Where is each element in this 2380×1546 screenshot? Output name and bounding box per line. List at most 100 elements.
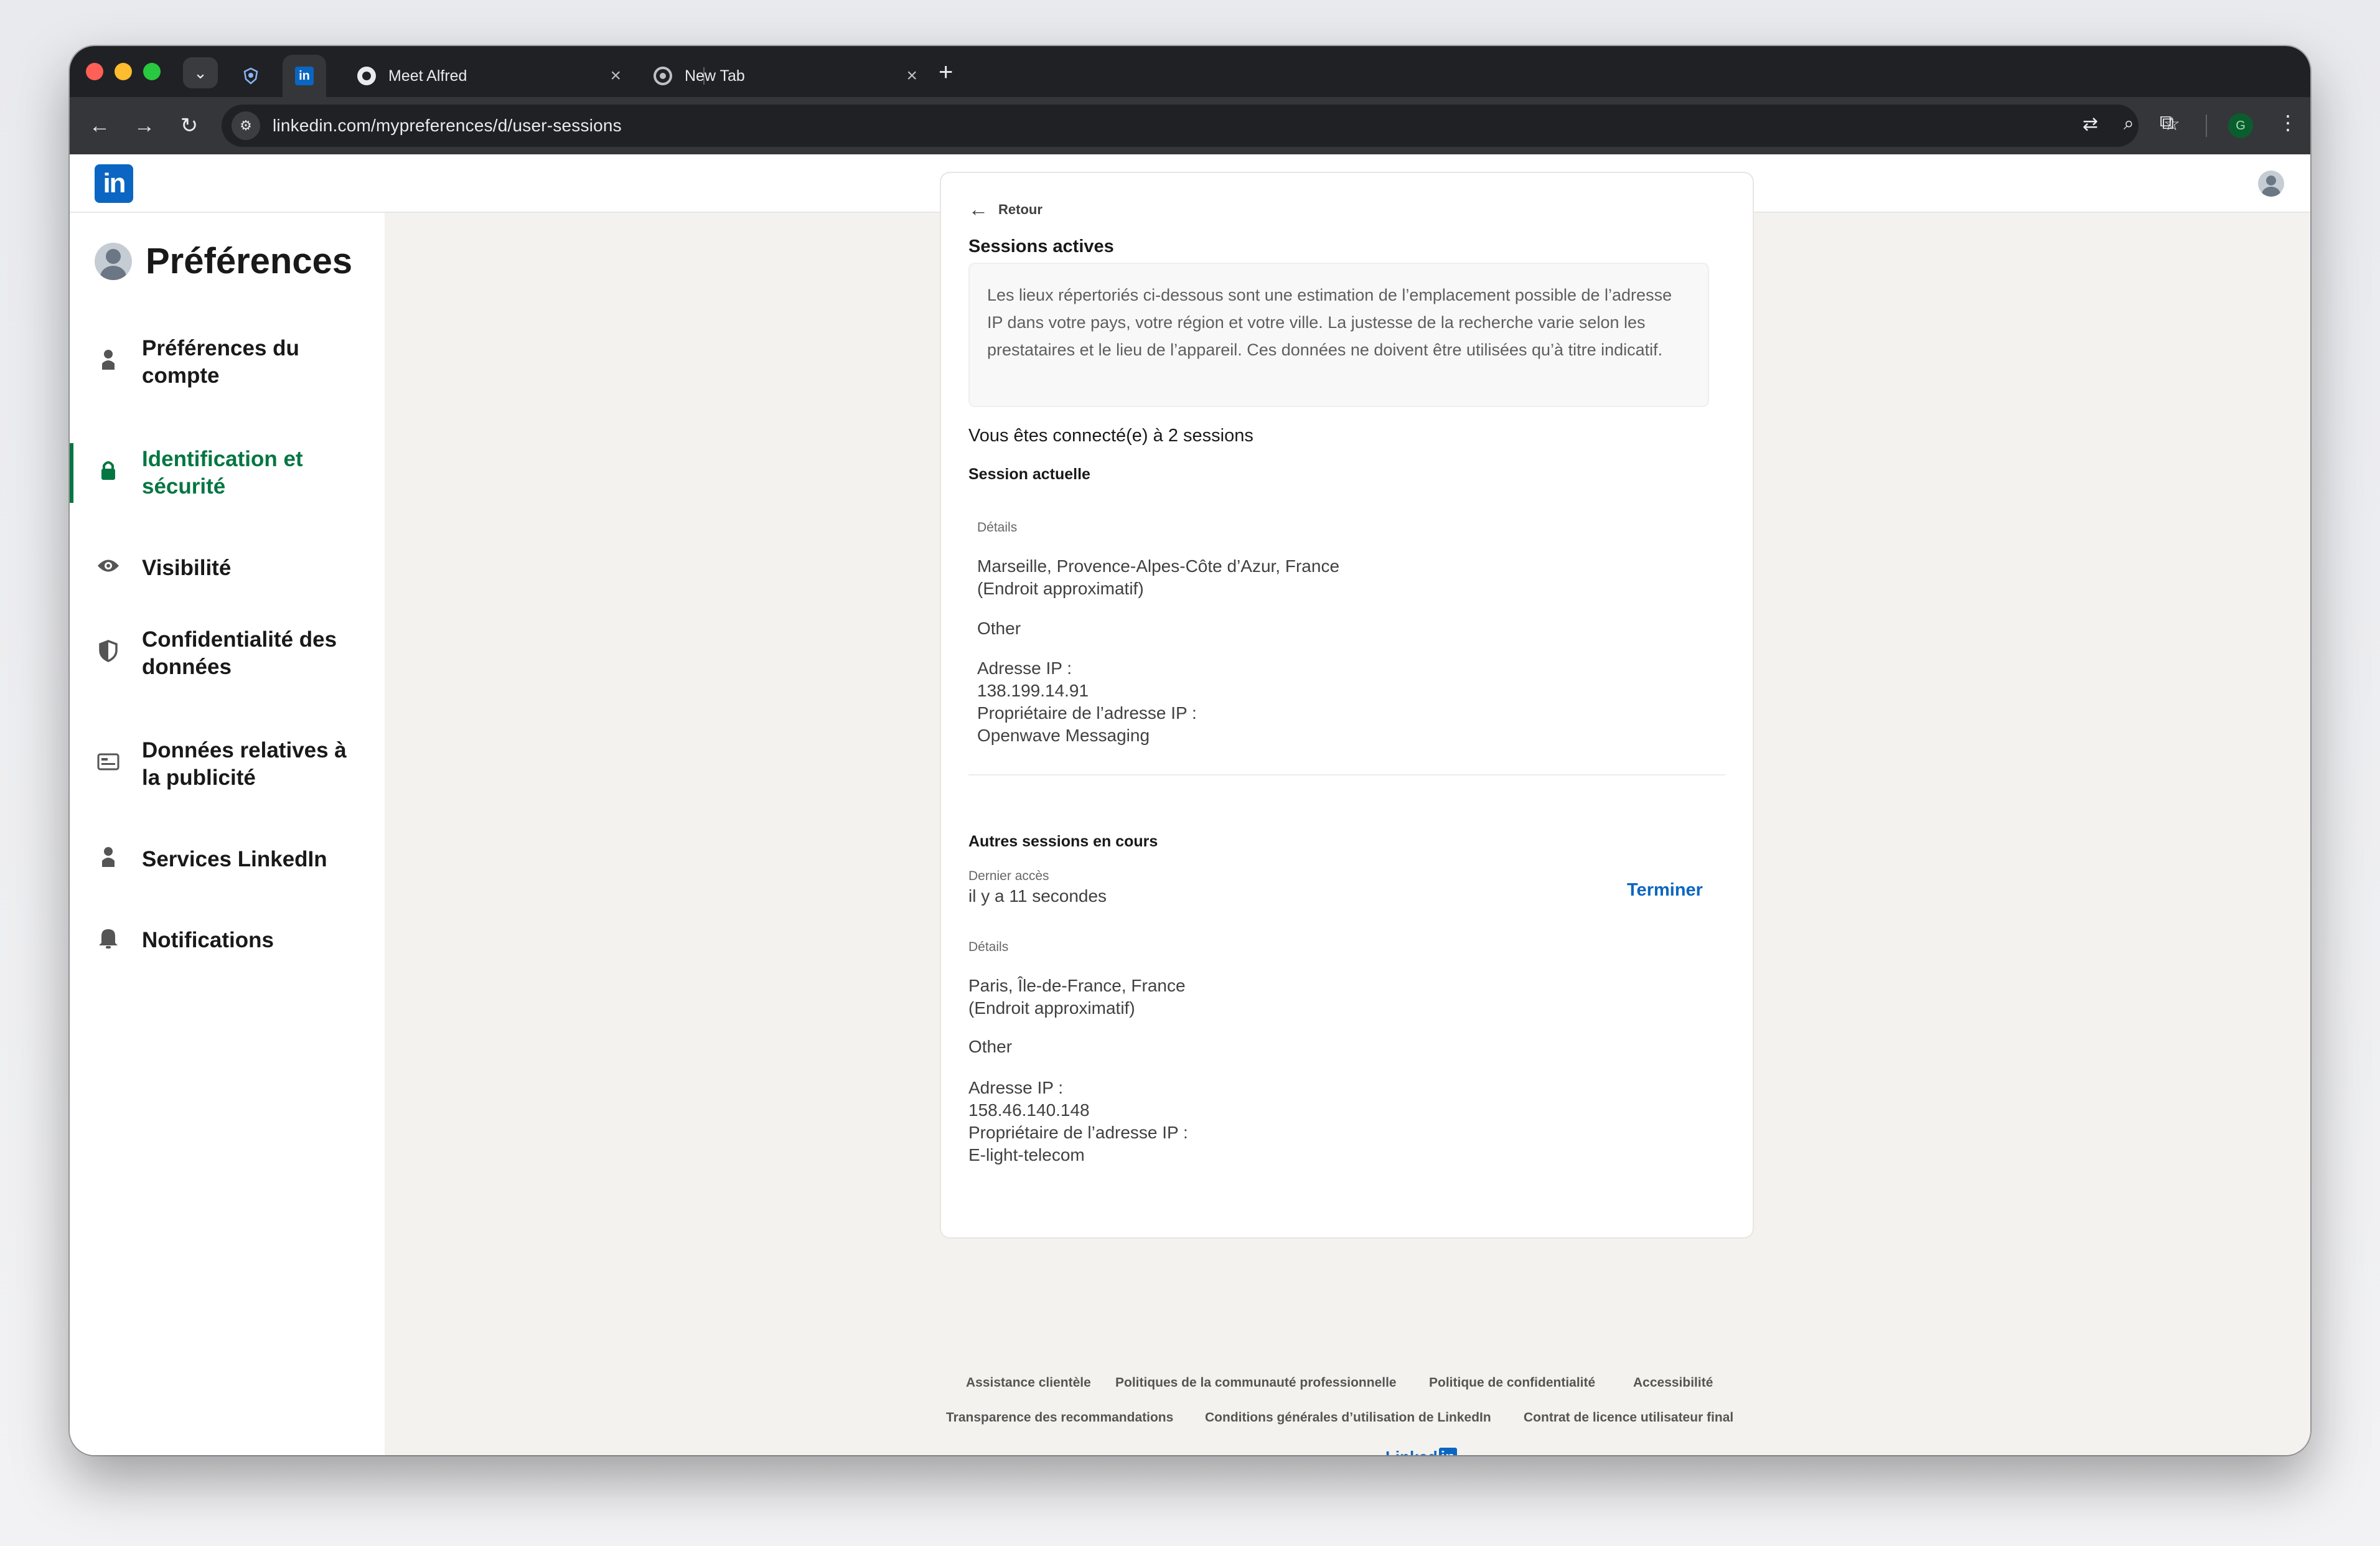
address-bar[interactable]: ⚙ linkedin.com/mypreferences/d/user-sess… [222, 105, 2180, 147]
footer-link[interactable]: Contrat de licence utilisateur final [1524, 1410, 1733, 1425]
page-title: Préférences [146, 241, 353, 281]
chrome-favicon-icon [654, 67, 672, 85]
end-session-button[interactable]: Terminer [1627, 880, 1703, 901]
section-heading: Sessions actives [968, 237, 1114, 256]
avatar[interactable] [2258, 171, 2284, 197]
forward-arrow-icon[interactable]: → [131, 112, 158, 139]
session-location-approx: (Endroit approximatif) [968, 998, 1135, 1018]
more-menu-icon[interactable]: ⋮ [2278, 111, 2298, 134]
sidebar-item-account-preferences[interactable]: Préférences du compte [70, 332, 385, 392]
session-location: Marseille, Provence-Alpes-Côte d’Azur, F… [977, 556, 1340, 576]
ip-owner-label: Propriétaire de l’adresse IP : [968, 1123, 1188, 1142]
sidebar-item-data-privacy[interactable]: Confidentialité des données [70, 624, 385, 683]
ip-owner: E-light-telecom [968, 1145, 1085, 1164]
url-text[interactable]: linkedin.com/mypreferences/d/user-sessio… [273, 116, 622, 136]
sidebar-item-label: Confidentialité des données [142, 627, 337, 679]
avatar [95, 242, 132, 280]
preferences-sidebar: Préférences Préférences du compte Identi… [70, 213, 385, 1455]
current-session-heading: Session actuelle [968, 466, 1090, 483]
person-icon [95, 349, 122, 376]
tab-meet-alfred[interactable]: Meet Alfred × [341, 55, 634, 97]
close-window-button[interactable] [86, 63, 103, 80]
reload-icon[interactable]: ↻ [176, 112, 203, 139]
last-access-value: il y a 11 secondes [968, 886, 1107, 906]
sidebar-header: Préférences [95, 240, 352, 282]
minimize-window-button[interactable] [115, 63, 132, 80]
ip-label: Adresse IP : [977, 658, 1072, 678]
bell-icon [95, 927, 122, 954]
tab-bar: ⌄ in Meet Alfred × New Tab × + [70, 46, 2310, 97]
zoom-icon[interactable]: ⌕ [2124, 113, 2134, 134]
browser-window: ⌄ in Meet Alfred × New Tab × + ← → ↻ ⚙ l… [70, 46, 2310, 1455]
sidebar-item-label: Notifications [142, 928, 274, 952]
footer-link[interactable]: Politiques de la communauté professionne… [1115, 1375, 1397, 1390]
lock-icon [95, 459, 122, 487]
pinned-tab-extension[interactable] [229, 55, 273, 97]
pinned-tab-linkedin[interactable]: in [283, 55, 326, 97]
ip-owner: Openwave Messaging [977, 726, 1150, 745]
session-device: Other [977, 619, 1021, 638]
footer-link[interactable]: Assistance clientèle [966, 1375, 1091, 1390]
sidebar-item-label: Identification et sécurité [142, 447, 303, 499]
extensions-puzzle-icon[interactable]: ⧉ [2160, 111, 2174, 134]
last-access-label: Dernier accès [968, 869, 1049, 883]
profile-avatar[interactable]: G [2228, 113, 2253, 138]
sidebar-item-label: Données relatives à la publicité [142, 738, 347, 790]
details-label: Détails [968, 940, 1009, 954]
footer-linkedin-logo: Linkedin [1385, 1448, 1457, 1455]
ip-address: 138.199.14.91 [977, 681, 1089, 700]
active-sessions-card: ← Retour Sessions actives Les lieux répe… [941, 173, 1753, 1237]
linkedin-page: in Préférences Préférences du compte Ide… [70, 154, 2310, 1455]
sidebar-item-visibility[interactable]: Visibilité [70, 553, 385, 584]
alfred-favicon-icon [357, 67, 376, 85]
tab-title: Meet Alfred [388, 67, 467, 85]
sidebar-item-security[interactable]: Identification et sécurité [70, 443, 385, 503]
eye-icon [95, 555, 122, 582]
back-arrow-icon[interactable]: ← [86, 112, 113, 139]
info-text: Les lieux répertoriés ci-dessous sont un… [987, 286, 1672, 359]
footer-link[interactable]: Conditions générales d’utilisation de Li… [1205, 1410, 1491, 1425]
person-icon [95, 846, 122, 873]
shield-icon [95, 640, 122, 667]
footer-link[interactable]: Transparence des recommandations [946, 1410, 1173, 1425]
sidebar-item-label: Visibilité [142, 556, 232, 580]
sidebar-item-linkedin-services[interactable]: Services LinkedIn [70, 844, 385, 875]
close-tab-icon[interactable]: × [906, 65, 917, 87]
section-divider [968, 774, 1725, 775]
ad-icon [95, 751, 122, 778]
browser-toolbar: ← → ↻ ⚙ linkedin.com/mypreferences/d/use… [70, 97, 2310, 154]
toolbar-divider [2206, 115, 2207, 137]
session-device: Other [968, 1037, 1013, 1056]
back-arrow-icon: ← [968, 198, 988, 220]
ip-label: Adresse IP : [968, 1078, 1064, 1097]
tab-search-icon[interactable]: ⌄ [183, 57, 218, 88]
ip-address: 158.46.140.148 [968, 1100, 1090, 1120]
translate-icon[interactable]: ⇄ [2082, 113, 2098, 135]
zoom-window-button[interactable] [143, 63, 161, 80]
footer-link[interactable]: Accessibilité [1633, 1375, 1713, 1390]
tab-new-tab[interactable]: New Tab × [637, 55, 930, 97]
session-count: Vous êtes connecté(e) à 2 sessions [968, 426, 1253, 446]
site-settings-icon[interactable]: ⚙ [232, 111, 260, 140]
new-tab-icon[interactable]: + [939, 59, 953, 87]
footer-link[interactable]: Politique de confidentialité [1429, 1375, 1595, 1390]
sidebar-item-label: Préférences du compte [142, 336, 299, 388]
linkedin-favicon-icon: in [295, 67, 314, 85]
details-label: Détails [977, 520, 1018, 535]
other-sessions-heading: Autres sessions en cours [968, 833, 1158, 850]
info-box: Les lieux répertoriés ci-dessous sont un… [968, 263, 1709, 407]
close-tab-icon[interactable]: × [610, 65, 621, 87]
session-location: Paris, Île-de-France, France [968, 976, 1186, 995]
linkedin-in-icon: in [1438, 1448, 1457, 1455]
back-button[interactable]: ← Retour [968, 198, 1042, 221]
back-label: Retour [998, 201, 1042, 217]
linkedin-logo[interactable]: in [95, 164, 133, 203]
extension-shield-icon [243, 67, 258, 85]
footer-logo-text: Linked [1385, 1448, 1438, 1455]
session-location-approx: (Endroit approximatif) [977, 579, 1144, 598]
sidebar-item-label: Services LinkedIn [142, 847, 327, 871]
sidebar-item-notifications[interactable]: Notifications [70, 925, 385, 956]
ip-owner-label: Propriétaire de l’adresse IP : [977, 703, 1197, 723]
sidebar-item-advertising-data[interactable]: Données relatives à la publicité [70, 734, 385, 794]
tab-title: New Tab [685, 67, 745, 85]
